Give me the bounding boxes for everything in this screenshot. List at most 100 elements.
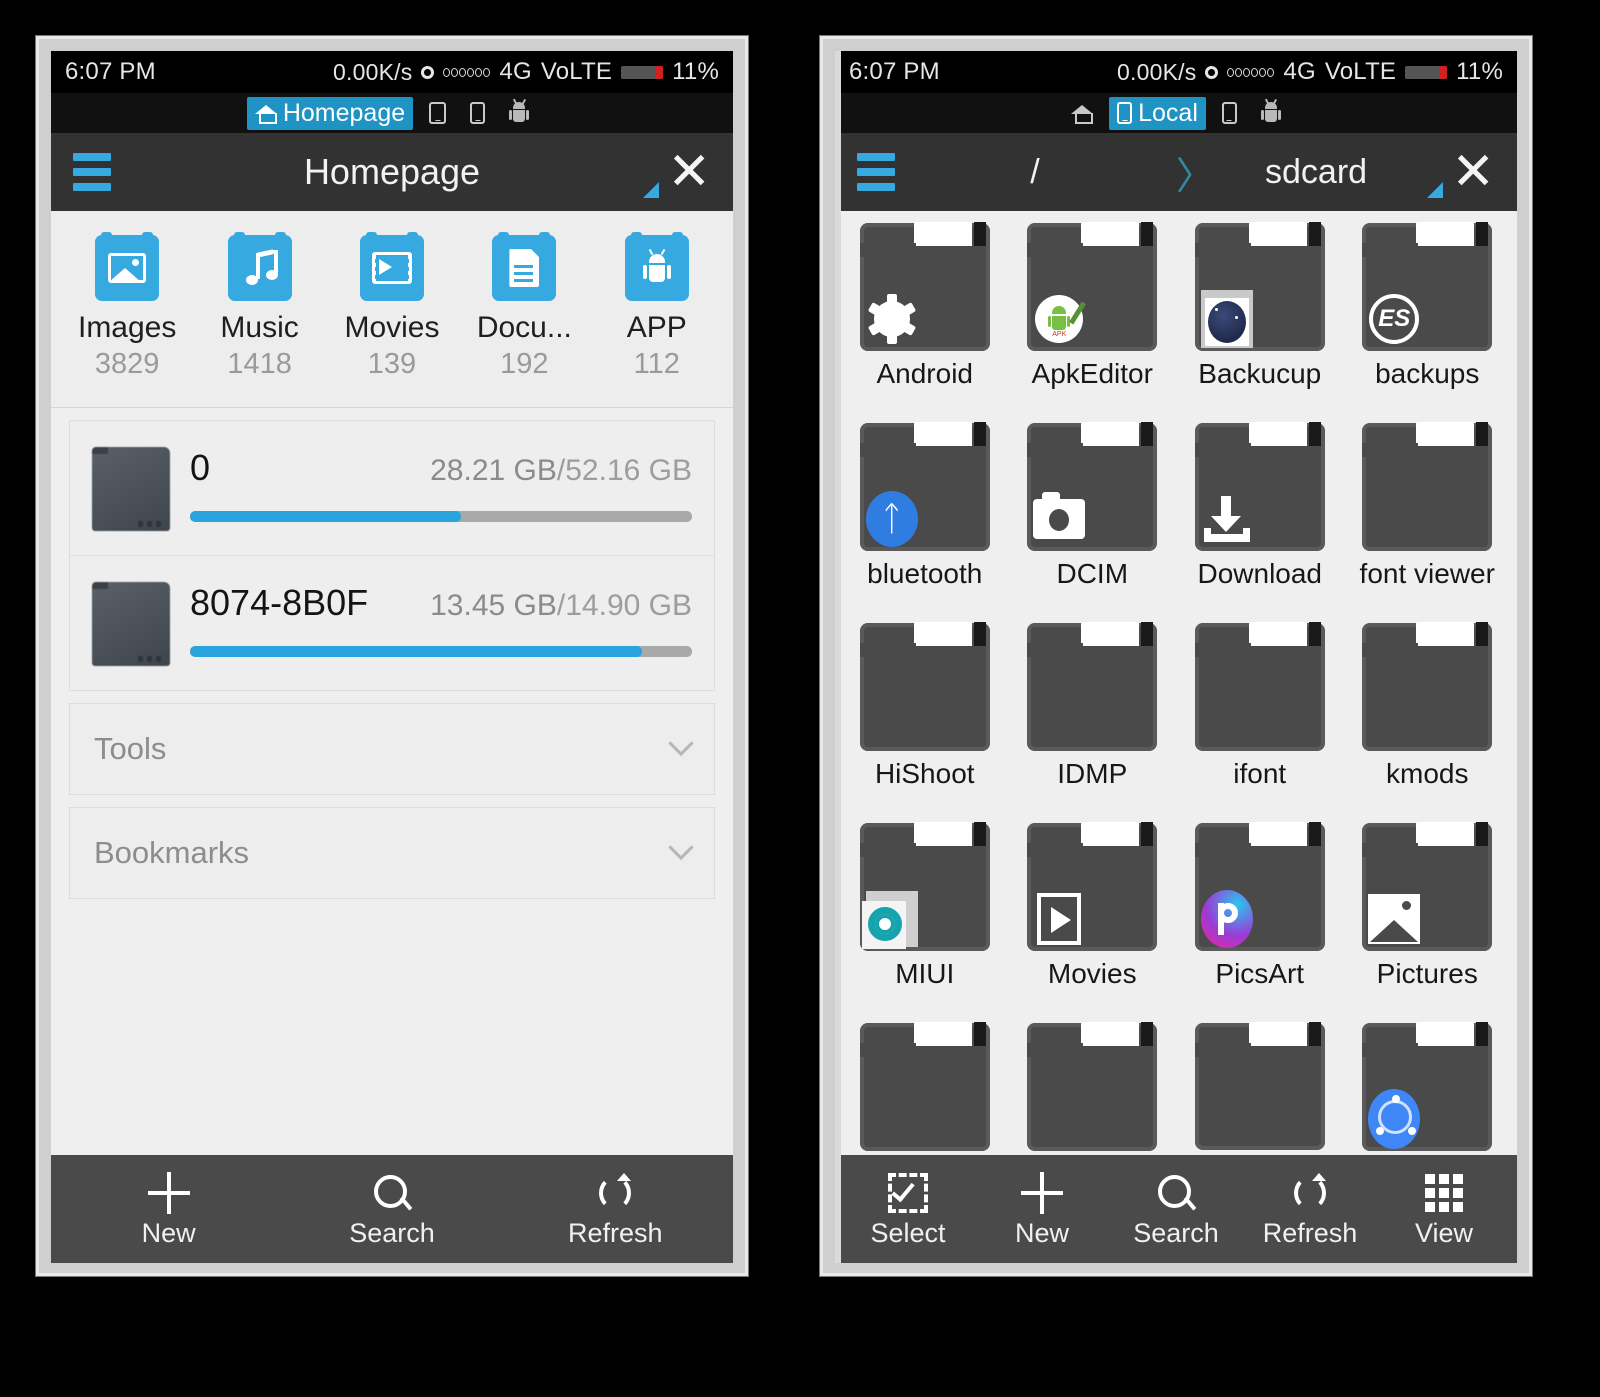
scrollbar[interactable] [835, 51, 841, 1263]
image-thumbnail-icon [1368, 893, 1421, 945]
folder-item[interactable]: res [1009, 1017, 1177, 1155]
resize-triangle-icon [1427, 182, 1443, 198]
storage-row[interactable]: 8074-8B0F 13.45 GB/14.90 GB [70, 555, 714, 690]
refresh-button[interactable]: Refresh [1243, 1170, 1377, 1249]
search-button[interactable]: Search [325, 1170, 459, 1249]
search-icon [325, 1170, 459, 1216]
category-count: 3829 [94, 348, 160, 380]
tab-android[interactable] [501, 98, 537, 126]
folder-name: DCIM [1056, 558, 1129, 589]
storage-progress-bar [190, 646, 692, 657]
category-count: 139 [367, 348, 417, 380]
view-button[interactable]: View [1377, 1170, 1511, 1249]
category-documents[interactable]: Docu... 192 [462, 232, 587, 381]
page-title: Homepage [303, 151, 481, 192]
folder-name: Backucup [1198, 358, 1322, 389]
tab-tablet[interactable] [1214, 100, 1245, 126]
select-button[interactable]: Select [841, 1170, 975, 1249]
status-battery-percent: 11% [672, 58, 719, 85]
folder-item[interactable]: Backucup [1176, 217, 1344, 417]
category-count: 112 [633, 348, 680, 380]
folder-item[interactable]: DCIM [1009, 417, 1177, 617]
folder-name: kmods [1386, 758, 1469, 789]
shareit-icon [1368, 1089, 1421, 1149]
breadcrumb-root[interactable]: / [945, 153, 1125, 192]
status-time: 6:07 PM [849, 58, 940, 85]
tablet-icon [429, 102, 447, 124]
folder-item[interactable]: SHAREit [1344, 1017, 1512, 1155]
storage-total: 52.16 GB [565, 454, 692, 487]
folder-icon: ᛏ [859, 422, 990, 551]
hamburger-icon[interactable] [857, 153, 895, 191]
folder-item[interactable]: Pictures [1344, 817, 1512, 1017]
folder-item[interactable]: ES backups [1344, 217, 1512, 417]
refresh-icon [1243, 1170, 1377, 1216]
folder-item[interactable]: ScreenRe-corder [1176, 1017, 1344, 1155]
folder-icon: ES [1362, 222, 1493, 351]
folder-icon [1362, 622, 1493, 751]
folder-item[interactable]: ifont [1176, 617, 1344, 817]
category-music[interactable]: Music 1418 [197, 232, 322, 381]
category-label: Images [77, 311, 177, 344]
storage-row[interactable]: 0 28.21 GB/52.16 GB [70, 421, 714, 555]
folder-name: IDMP [1057, 758, 1128, 789]
tab-homepage[interactable] [1063, 101, 1101, 125]
tab-android[interactable] [1253, 98, 1289, 126]
category-images[interactable]: Images 3829 [65, 232, 190, 381]
category-movies[interactable]: Movies 139 [329, 232, 454, 381]
accordion-label: Bookmarks [94, 835, 250, 870]
folder-item[interactable]: font viewer [1344, 417, 1512, 617]
tab-local[interactable]: Local [1109, 96, 1206, 130]
apkeditor-icon: APK [1033, 293, 1087, 345]
phone-icon [1117, 102, 1133, 124]
folder-item[interactable]: PicsArt [1176, 817, 1344, 1017]
search-button[interactable]: Search [1109, 1170, 1243, 1249]
folder-item[interactable]: HiShoot [841, 617, 1009, 817]
folder-item[interactable]: rb browser [841, 1017, 1009, 1155]
folder-item[interactable]: IDMP [1009, 617, 1177, 817]
hamburger-icon[interactable] [73, 153, 111, 191]
refresh-button[interactable]: Refresh [548, 1170, 682, 1249]
folder-icon [1027, 422, 1158, 551]
plus-icon [102, 1170, 236, 1216]
status-battery-percent: 11% [1456, 58, 1503, 85]
folder-icon [1362, 422, 1493, 551]
folder-icon [1027, 622, 1158, 751]
refresh-button-label: Refresh [1262, 1217, 1358, 1248]
folder-item[interactable]: Android [841, 217, 1009, 417]
select-icon [841, 1170, 975, 1216]
folder-icon [1027, 1022, 1158, 1151]
storage-total: 14.90 GB [565, 589, 692, 622]
accordion-tools[interactable]: Tools [69, 703, 715, 795]
new-button[interactable]: New [975, 1170, 1109, 1249]
folder-name: Android [876, 358, 973, 389]
storage-used: 28.21 GB [430, 454, 557, 487]
folder-name: PicsArt [1215, 958, 1305, 989]
tab-tablet[interactable] [421, 100, 454, 126]
accordion-bookmarks[interactable]: Bookmarks [69, 807, 715, 899]
screenshot-stage: 6:07 PM 0.00K/s 4G VoLTE 11% Homepage Ho… [0, 0, 1600, 1397]
folder-item[interactable]: Download [1176, 417, 1344, 617]
close-icon[interactable]: ✕ [1451, 146, 1495, 198]
screen-left: 6:07 PM 0.00K/s 4G VoLTE 11% Homepage Ho… [51, 51, 733, 1263]
folder-item[interactable]: MIUI [841, 817, 1009, 1017]
close-icon[interactable]: ✕ [667, 146, 711, 198]
folder-name: bluetooth [867, 558, 983, 589]
folder-icon [1362, 822, 1493, 951]
folder-icon [1194, 1021, 1325, 1151]
category-app[interactable]: APP 112 [594, 232, 719, 381]
content-left: Images 3829 Music 1418 Movies 139 Docu..… [51, 211, 733, 1155]
folder-icon [1194, 222, 1325, 351]
folder-item[interactable]: APK ApkEditor [1009, 217, 1177, 417]
tab-phone[interactable] [462, 100, 493, 126]
folder-icon [1027, 822, 1158, 951]
folder-icon [1194, 422, 1325, 551]
folder-item[interactable]: kmods [1344, 617, 1512, 817]
folder-item[interactable]: Movies [1009, 817, 1177, 1017]
new-button[interactable]: New [102, 1170, 236, 1249]
storage-name: 8074-8B0F [190, 582, 369, 623]
breadcrumb-current[interactable]: sdcard [1265, 153, 1367, 192]
folder-item[interactable]: ᛏ bluetooth [841, 417, 1009, 617]
refresh-icon [548, 1170, 682, 1216]
tab-homepage[interactable]: Homepage [246, 96, 414, 130]
